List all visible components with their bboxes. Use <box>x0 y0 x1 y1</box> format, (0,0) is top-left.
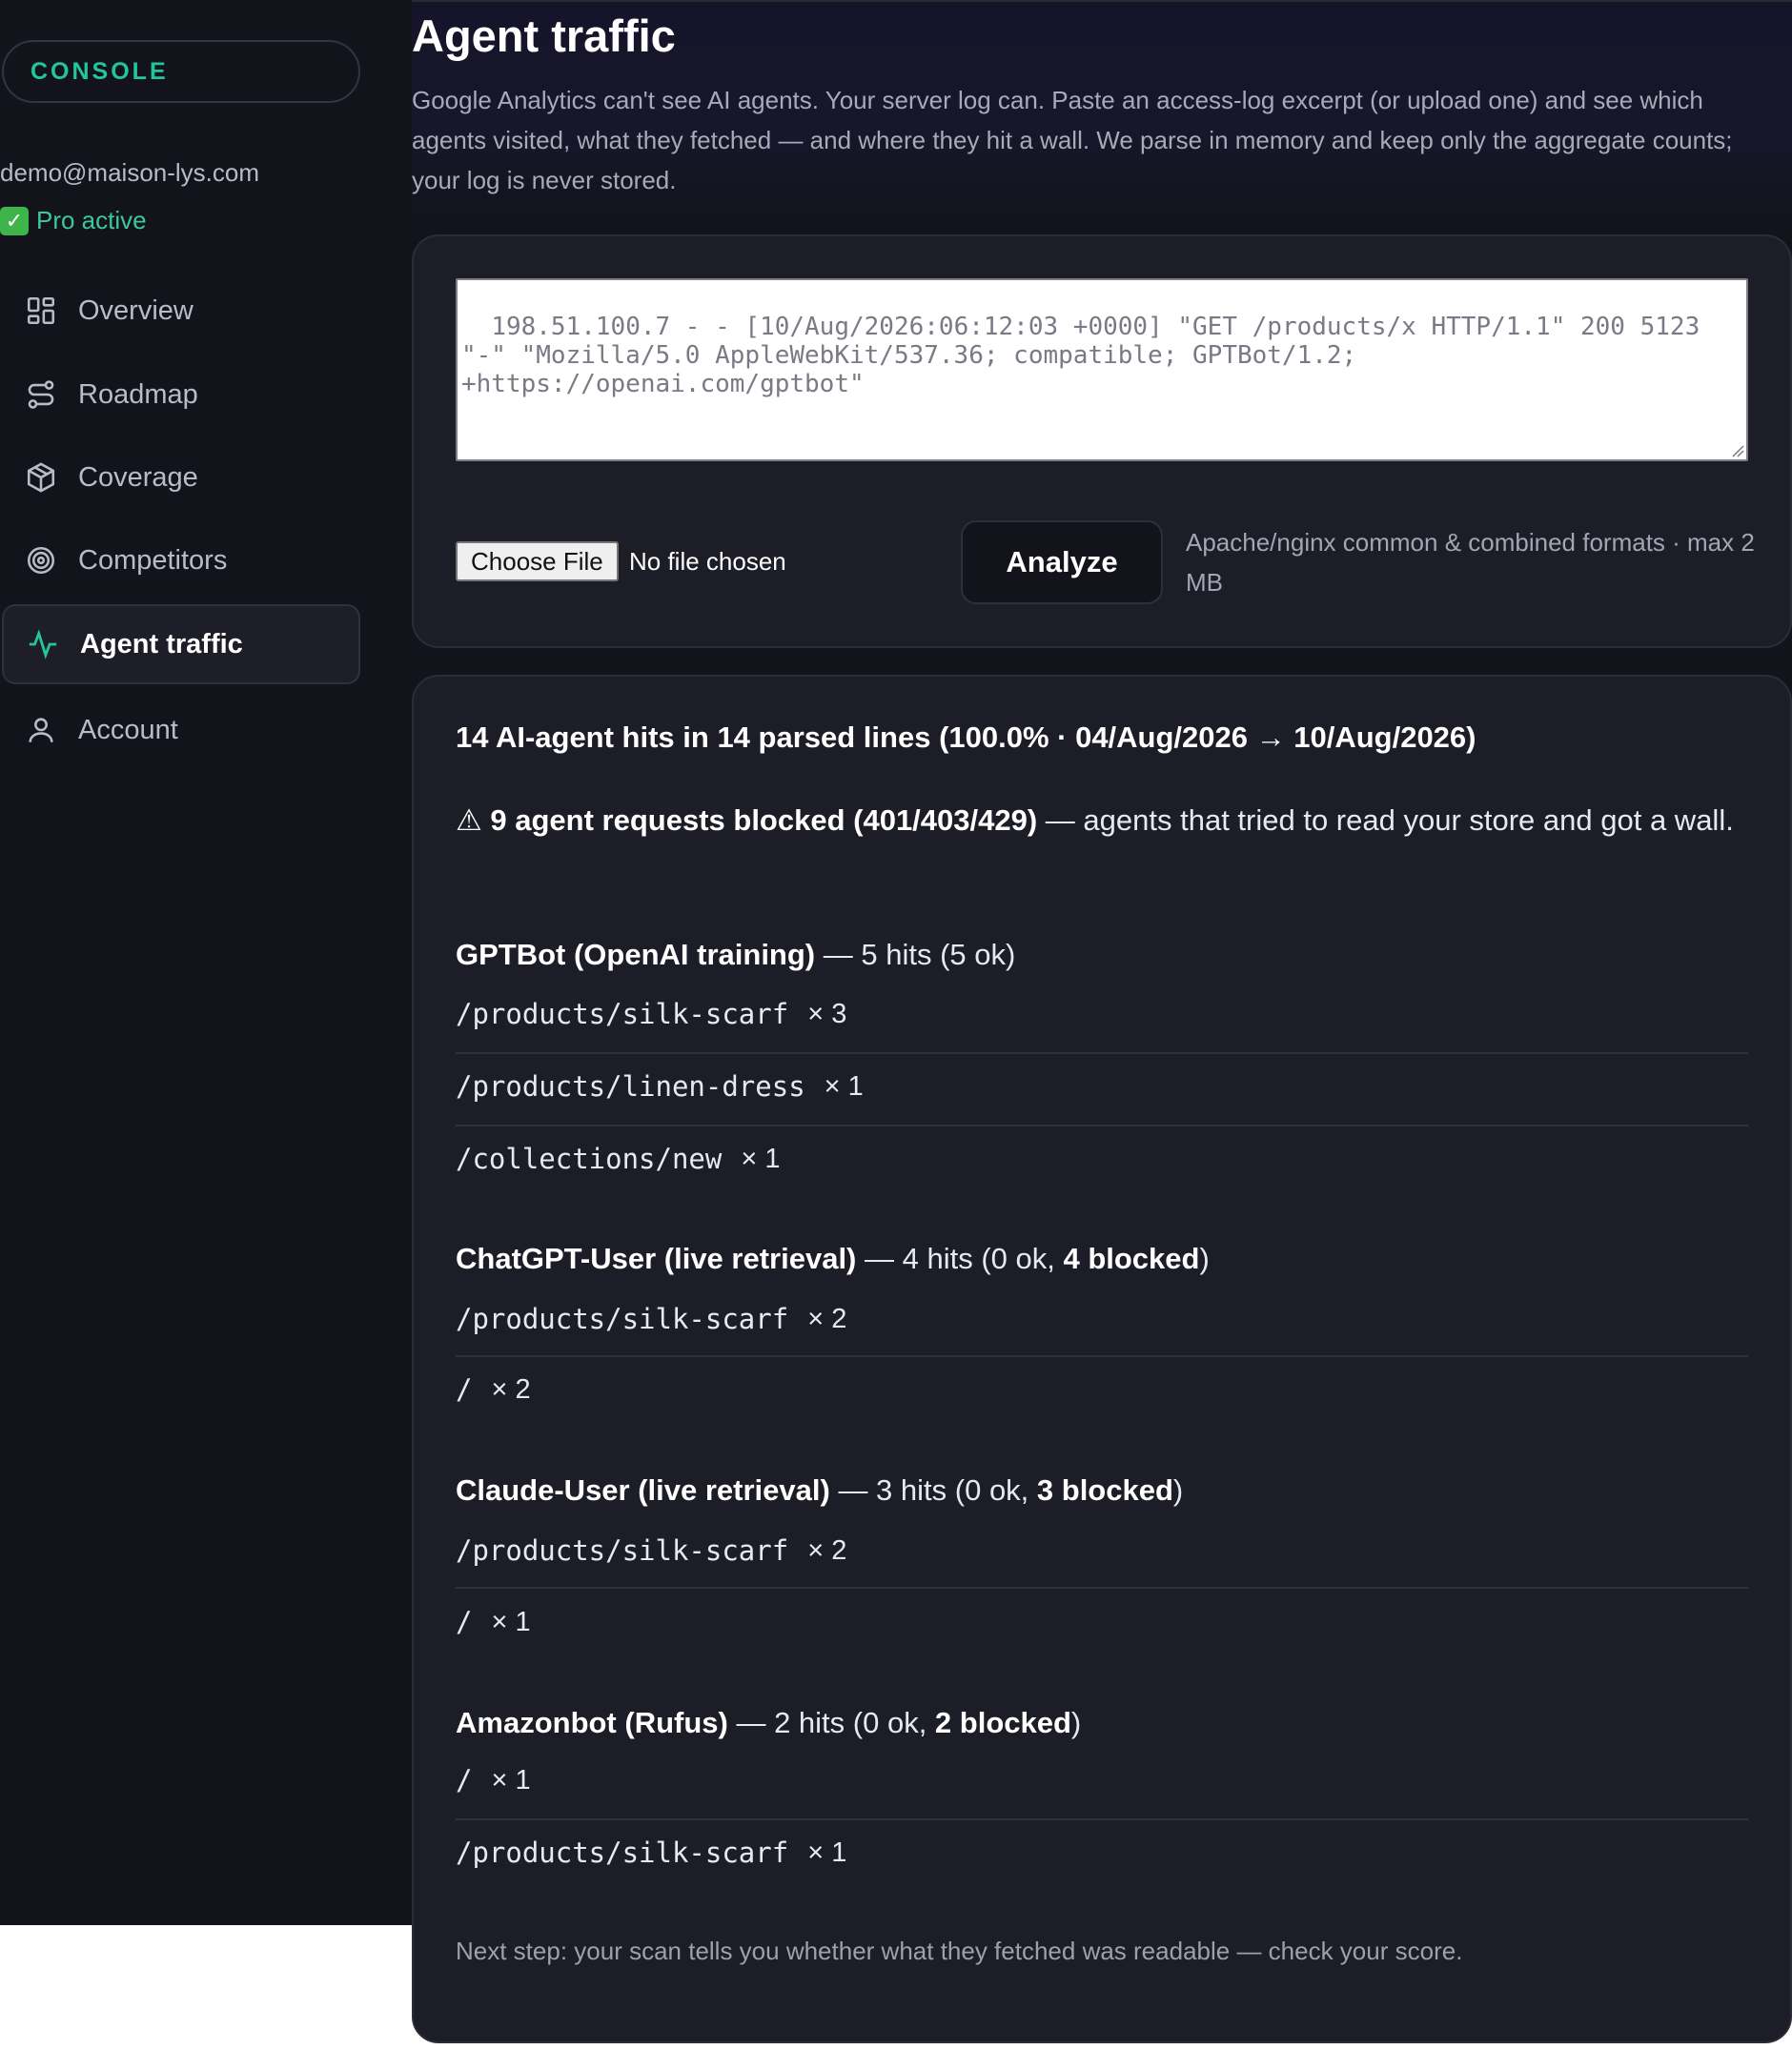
sidebar-item-label: Coverage <box>78 461 198 493</box>
path-count: × 2 <box>491 1373 531 1405</box>
format-hint: Apache/nginx common & combined formats ·… <box>1186 528 1755 597</box>
path-count: × 2 <box>807 1303 847 1334</box>
agent-blocked-count: 2 blocked <box>934 1706 1071 1739</box>
analyze-button[interactable]: Analyze <box>961 520 1163 604</box>
path-row: /products/silk-scarf × 2 <box>456 1283 1748 1355</box>
sidebar-item-roadmap[interactable]: Roadmap <box>2 355 360 435</box>
user-icon <box>29 718 53 742</box>
sidebar-item-label: Overview <box>78 294 193 326</box>
path-row: /products/silk-scarf × 3 <box>456 978 1748 1050</box>
plan-status: ✓ Pro active <box>0 206 147 235</box>
path-row: /collections/new × 1 <box>456 1123 1748 1195</box>
sidebar-item-overview[interactable]: Overview <box>2 271 360 351</box>
path-row: / × 2 <box>456 1353 1748 1426</box>
path-count: × 1 <box>741 1143 781 1174</box>
path-count: × 1 <box>824 1070 864 1102</box>
path-text: / <box>456 1606 473 1638</box>
page-title: Agent traffic <box>412 10 676 61</box>
path-row: /products/silk-scarf × 2 <box>456 1514 1748 1587</box>
grid-icon <box>27 296 55 325</box>
blocked-alert-bold: ⚠ 9 agent requests blocked (401/403/429) <box>456 803 1038 837</box>
agent-heading: Claude-User (live retrieval) — 3 hits (0… <box>456 1473 1183 1508</box>
sidebar-item-label: Competitors <box>78 544 228 576</box>
agent-heading: GPTBot (OpenAI training) — 5 hits (5 ok) <box>456 938 1015 972</box>
route-icon <box>28 380 54 409</box>
path-text: /products/silk-scarf <box>456 1837 789 1869</box>
sidebar-item-competitors[interactable]: Competitors <box>2 520 360 600</box>
page-intro: Google Analytics can't see AI agents. Yo… <box>412 86 1733 194</box>
agent-blocked-count: 4 blocked <box>1063 1242 1200 1275</box>
sidebar-item-label: Account <box>78 714 178 745</box>
plan-status-label: Pro active <box>36 206 147 234</box>
path-count: × 1 <box>807 1837 847 1868</box>
agent-blocked-count: 3 blocked <box>1036 1473 1173 1507</box>
user-email: demo@maison-lys.com <box>0 158 260 187</box>
path-count: × 2 <box>807 1534 847 1566</box>
path-row: /products/linen-dress × 1 <box>456 1050 1748 1123</box>
console-badge[interactable]: CONSOLE <box>2 40 360 103</box>
check-icon: ✓ <box>0 206 29 235</box>
agent-stats-close: ) <box>1172 1473 1184 1507</box>
resize-grip-icon[interactable] <box>1729 442 1744 457</box>
path-count: × 1 <box>491 1606 531 1637</box>
agent-name: Amazonbot (Rufus) <box>456 1706 728 1739</box>
sidebar-item-coverage[interactable]: Coverage <box>2 437 360 518</box>
agent-stats: — 3 hits (0 ok, <box>829 1473 1037 1507</box>
choose-file-button[interactable]: Choose File <box>456 541 619 581</box>
agent-name: ChatGPT-User (live retrieval) <box>456 1242 857 1275</box>
next-step-note: Next step: your scan tells you whether w… <box>456 1937 1463 1965</box>
log-textarea[interactable]: 198.51.100.7 - - [10/Aug/2026:06:12:03 +… <box>456 278 1748 461</box>
agent-stats: — 4 hits (0 ok, <box>856 1242 1064 1275</box>
sidebar-item-label: Roadmap <box>78 378 198 410</box>
agent-stats-close: ) <box>1199 1242 1210 1275</box>
path-row: / × 1 <box>456 1586 1748 1658</box>
path-row: / × 1 <box>456 1744 1748 1816</box>
sidebar-item-agent-traffic[interactable]: Agent traffic <box>2 604 360 684</box>
file-status: No file chosen <box>629 547 786 576</box>
path-text: /products/silk-scarf <box>456 1534 789 1567</box>
path-text: /products/linen-dress <box>456 1070 805 1103</box>
results-summary: 14 AI-agent hits in 14 parsed lines (100… <box>456 720 1476 754</box>
path-text: /collections/new <box>456 1143 723 1175</box>
path-text: /products/silk-scarf <box>456 1303 789 1335</box>
activity-icon <box>29 629 57 660</box>
path-text: /products/silk-scarf <box>456 998 789 1030</box>
blocked-alert-text: — agents that tried to read your store a… <box>1037 803 1734 837</box>
agent-name: Claude-User (live retrieval) <box>456 1473 830 1507</box>
agent-stats-close: ) <box>1070 1706 1082 1739</box>
path-count: × 3 <box>807 998 847 1029</box>
sidebar-item-account[interactable]: Account <box>2 690 360 770</box>
target-icon <box>27 546 55 575</box>
path-text: / <box>456 1373 473 1406</box>
agent-heading: Amazonbot (Rufus) — 2 hits (0 ok, 2 bloc… <box>456 1706 1081 1740</box>
agent-heading: ChatGPT-User (live retrieval) — 4 hits (… <box>456 1242 1210 1276</box>
agent-name: GPTBot (OpenAI training) <box>456 938 816 971</box>
path-count: × 1 <box>491 1764 531 1796</box>
path-text: / <box>456 1764 473 1796</box>
agent-stats: — 2 hits (0 ok, <box>727 1706 935 1739</box>
log-placeholder: 198.51.100.7 - - [10/Aug/2026:06:12:03 +… <box>461 313 1700 398</box>
sidebar-item-label: Agent traffic <box>80 628 243 660</box>
agent-stats: — 5 hits (5 ok) <box>815 938 1016 971</box>
blocked-alert: ⚠ 9 agent requests blocked (401/403/429)… <box>456 797 1761 844</box>
sidebar: CONSOLE demo@maison-lys.com ✓ Pro active… <box>0 0 412 1909</box>
package-icon <box>27 462 55 493</box>
path-row: /products/silk-scarf × 1 <box>456 1816 1748 1889</box>
